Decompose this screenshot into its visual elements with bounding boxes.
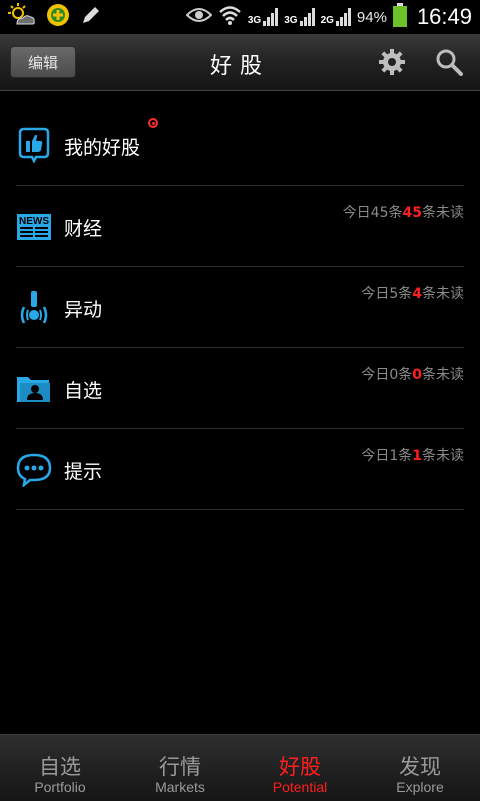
search-icon[interactable] bbox=[435, 48, 463, 76]
unread-count: 4 bbox=[412, 286, 422, 302]
battery-percent: 94% bbox=[356, 8, 387, 26]
tab-label: 自选 bbox=[39, 755, 81, 779]
list-item-watchlist[interactable]: 自选 今日0条0条未读 bbox=[16, 348, 464, 429]
tab-sublabel: Portfolio bbox=[34, 779, 86, 795]
unread-info: 今日5条4条未读 bbox=[361, 283, 464, 303]
unread-suffix: 条未读 bbox=[422, 367, 464, 383]
network-type-label: 3G bbox=[247, 15, 262, 26]
unread-suffix: 条未读 bbox=[422, 205, 464, 221]
pen-icon bbox=[80, 4, 102, 30]
page-title: 好股 bbox=[209, 54, 270, 79]
list-item-my-stocks[interactable]: 我的好股 bbox=[16, 105, 464, 186]
app-header: 编辑 好股 bbox=[0, 34, 480, 91]
unread-suffix: 条未读 bbox=[422, 286, 464, 302]
list-item-tips[interactable]: 提示 今日1条1条未读 bbox=[16, 429, 464, 510]
potential-list: 我的好股 NEWS 财经 今日45条45条未读 异动 今日5条4条未读 自选 今… bbox=[16, 105, 464, 510]
list-item-label: 自选 bbox=[64, 380, 103, 402]
app-icon bbox=[46, 3, 70, 31]
clock: 16:49 bbox=[416, 4, 472, 29]
unread-info: 今日45条45条未读 bbox=[343, 202, 464, 222]
svg-text:NEWS: NEWS bbox=[19, 216, 49, 227]
unread-count: 45 bbox=[402, 205, 422, 221]
list-item-movement[interactable]: 异动 今日5条4条未读 bbox=[16, 267, 464, 348]
unread-count: 1 bbox=[412, 448, 422, 464]
network-type-label: 3G bbox=[284, 15, 298, 26]
unread-info: 今日0条0条未读 bbox=[361, 364, 464, 384]
list-item-label: 提示 bbox=[64, 461, 103, 483]
unread-today: 今日1条 bbox=[361, 448, 413, 464]
tab-sublabel: Explore bbox=[396, 779, 444, 795]
list-item-finance[interactable]: NEWS 财经 今日45条45条未读 bbox=[16, 186, 464, 267]
alert-signal-icon bbox=[16, 289, 52, 325]
unread-today: 今日5条 bbox=[361, 286, 413, 302]
signal-icon: 3G bbox=[284, 8, 315, 26]
battery-icon bbox=[392, 3, 407, 31]
unread-info: 今日1条1条未读 bbox=[361, 445, 464, 465]
tab-markets[interactable]: 行情 Markets bbox=[120, 735, 240, 801]
new-badge-icon bbox=[148, 118, 158, 128]
status-bar: 3G 3G 2G 94% 16:49 bbox=[0, 0, 480, 34]
list-item-label: 财经 bbox=[64, 218, 103, 240]
eye-icon bbox=[185, 6, 213, 28]
folder-user-icon bbox=[16, 370, 52, 406]
tab-portfolio[interactable]: 自选 Portfolio bbox=[0, 735, 120, 801]
news-icon: NEWS bbox=[16, 208, 52, 244]
chat-bubble-icon bbox=[16, 451, 52, 489]
bottom-tab-bar: 自选 Portfolio 行情 Markets 好股 Potential 发现 … bbox=[0, 734, 480, 801]
tab-label: 行情 bbox=[159, 755, 201, 779]
weather-icon bbox=[8, 3, 36, 31]
tab-sublabel: Markets bbox=[155, 779, 205, 795]
unread-today: 今日45条 bbox=[342, 205, 403, 221]
tab-sublabel: Potential bbox=[272, 779, 328, 795]
list-item-label: 异动 bbox=[64, 299, 103, 321]
signal-icon: 3G bbox=[247, 8, 279, 26]
tab-explore[interactable]: 发现 Explore bbox=[360, 735, 480, 801]
network-type-label: 2G bbox=[320, 15, 334, 26]
tab-label: 发现 bbox=[399, 755, 441, 779]
signal-icon: 2G bbox=[321, 8, 351, 26]
wifi-icon bbox=[218, 5, 242, 29]
unread-count: 0 bbox=[412, 367, 422, 383]
tab-label: 好股 bbox=[279, 755, 321, 779]
gear-icon[interactable] bbox=[378, 48, 406, 76]
unread-suffix: 条未读 bbox=[422, 448, 464, 464]
list-item-label: 我的好股 bbox=[64, 137, 141, 159]
unread-today: 今日0条 bbox=[361, 367, 413, 383]
tab-potential[interactable]: 好股 Potential bbox=[240, 735, 360, 801]
thumbs-up-icon bbox=[16, 127, 52, 164]
